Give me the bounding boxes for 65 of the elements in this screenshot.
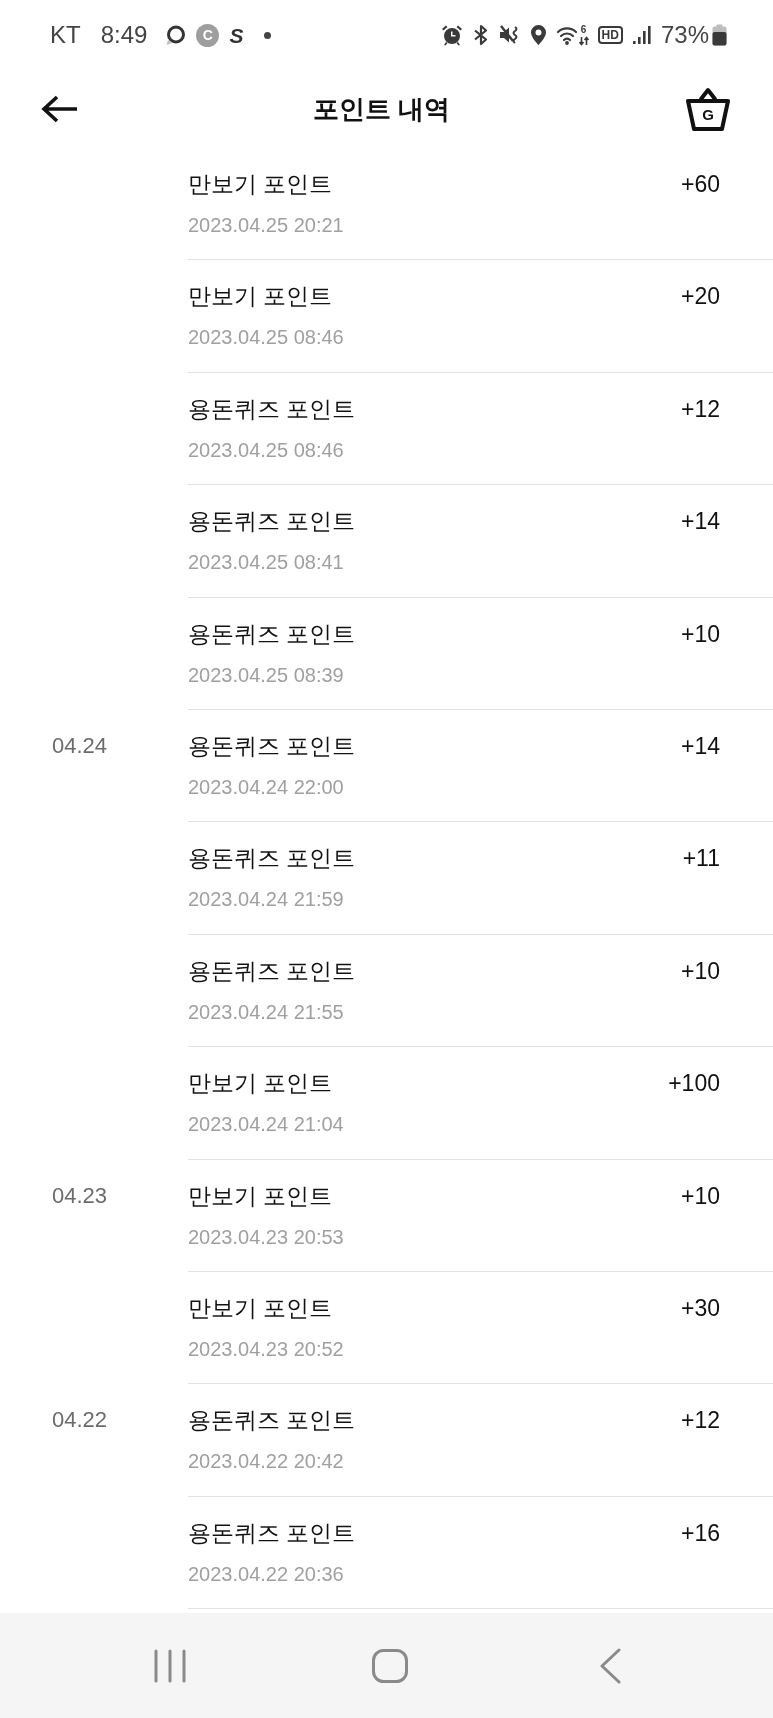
entry-datetime: 2023.04.24 21:04 — [188, 1112, 344, 1138]
alarm-clock-icon — [440, 24, 463, 46]
entry-title: 용돈퀴즈 포인트 — [188, 507, 356, 536]
entry-datetime: 2023.04.25 08:39 — [188, 662, 344, 688]
points-amount: +12 — [681, 394, 720, 423]
entry-title: 용돈퀴즈 포인트 — [188, 394, 356, 423]
data-arrows-icon — [578, 35, 589, 46]
ring-icon — [164, 24, 187, 46]
battery-icon — [712, 24, 727, 46]
battery-percentage: 73% — [660, 23, 709, 47]
points-amount: +11 — [682, 844, 720, 873]
points-amount: +10 — [681, 619, 720, 648]
bluetooth-icon — [471, 24, 490, 46]
points-amount: +100 — [668, 1069, 720, 1098]
points-amount: +10 — [681, 1181, 720, 1210]
signal-bars-icon — [631, 25, 652, 45]
entry-datetime: 2023.04.25 20:21 — [188, 213, 344, 238]
entry-datetime: 2023.04.25 08:46 — [188, 437, 344, 463]
location-pin-icon — [529, 24, 547, 46]
back-arrow-icon — [41, 94, 79, 124]
back-chevron-icon — [599, 1647, 621, 1684]
entry-datetime: 2023.04.22 20:42 — [188, 1449, 344, 1475]
entry-datetime: 2023.04.24 21:59 — [188, 887, 344, 913]
date-group-label: 04.22 — [52, 1406, 108, 1435]
entry-title: 용돈퀴즈 포인트 — [188, 1406, 356, 1435]
entry-title: 용돈퀴즈 포인트 — [188, 956, 356, 985]
entry-datetime: 2023.04.25 08:41 — [188, 550, 344, 576]
entry-title: 용돈퀴즈 포인트 — [188, 731, 356, 760]
entry-title: 만보기 포인트 — [188, 170, 333, 198]
points-amount: +60 — [681, 170, 720, 198]
entry-title: 만보기 포인트 — [188, 282, 333, 311]
app-logo: S — [229, 24, 244, 46]
date-group-label: 04.24 — [52, 731, 108, 760]
entry-title: 용돈퀴즈 포인트 — [188, 619, 356, 648]
entry-datetime: 2023.04.24 21:55 — [188, 999, 344, 1025]
points-amount: +16 — [681, 1518, 720, 1547]
entry-title: 만보기 포인트 — [188, 1181, 333, 1210]
wifi-standard-label: 6 — [580, 24, 587, 35]
points-amount: +10 — [681, 956, 720, 985]
hd-voice-indicator: HD — [597, 26, 623, 44]
clock-time: 8:49 — [100, 23, 148, 47]
page-title: 포인트 내역 — [312, 96, 451, 122]
carrier-name: KT — [50, 23, 81, 47]
pin-logo: C — [196, 23, 220, 47]
entry-datetime: 2023.04.22 20:36 — [188, 1561, 344, 1587]
entry-title: 용돈퀴즈 포인트 — [188, 844, 356, 873]
basket-icon — [684, 85, 732, 133]
home-icon — [372, 1648, 408, 1683]
entry-title: 용돈퀴즈 포인트 — [188, 1518, 356, 1547]
points-amount: +12 — [681, 1406, 720, 1435]
entry-datetime: 2023.04.23 20:52 — [188, 1336, 344, 1362]
entry-datetime: 2023.04.23 20:53 — [188, 1224, 344, 1250]
recent-apps-icon — [154, 1648, 186, 1683]
back-button[interactable] — [41, 94, 79, 124]
points-amount: +14 — [681, 731, 720, 760]
entry-datetime: 2023.04.25 08:46 — [188, 325, 344, 351]
points-amount: +30 — [681, 1293, 720, 1322]
basket-button[interactable]: G — [684, 85, 732, 133]
date-group-label: 04.23 — [52, 1181, 108, 1210]
entry-title: 만보기 포인트 — [188, 1069, 333, 1098]
entry-datetime: 2023.04.24 22:00 — [188, 774, 344, 800]
points-amount: +14 — [681, 507, 720, 536]
points-amount: +20 — [681, 282, 720, 311]
wifi-icon — [555, 24, 578, 45]
entry-title: 만보기 포인트 — [188, 1293, 333, 1322]
